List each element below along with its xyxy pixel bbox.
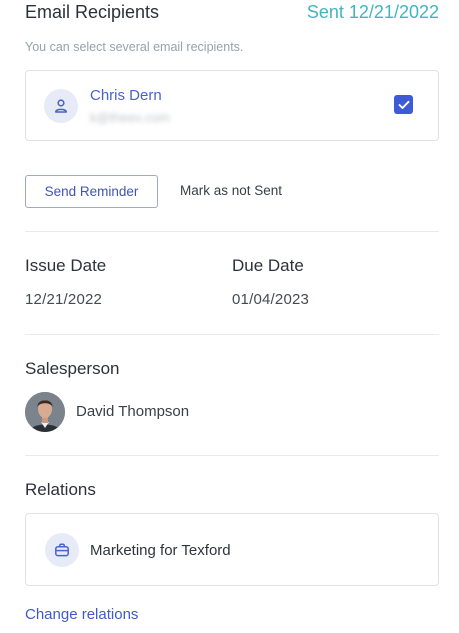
due-date-value: 01/04/2023 <box>232 291 310 308</box>
change-relations-link[interactable]: Change relations <box>25 606 138 623</box>
divider <box>25 231 439 232</box>
recipient-email: k@theex.com <box>90 110 170 125</box>
salesperson-name: David Thompson <box>76 403 190 420</box>
salesperson-label: Salesperson <box>25 359 120 378</box>
issue-date-label: Issue Date <box>25 256 107 275</box>
email-recipients-header: Email Recipients Sent 12/21/2022 <box>25 2 439 26</box>
send-reminder-button[interactable]: Send Reminder <box>25 175 158 208</box>
sent-status: Sent 12/21/2022 <box>306 2 439 22</box>
briefcase-icon <box>45 533 79 567</box>
recipients-hint: You can select several email recipients. <box>25 40 244 54</box>
due-date-label: Due Date <box>232 256 304 275</box>
recipient-checkbox[interactable] <box>394 95 413 114</box>
issue-date-value: 12/21/2022 <box>25 291 103 308</box>
recipient-name: Chris Dern <box>90 87 162 104</box>
email-recipients-title: Email Recipients <box>25 2 160 22</box>
check-icon <box>398 100 409 109</box>
relations-label: Relations <box>25 480 96 499</box>
divider <box>25 455 439 456</box>
recipient-card[interactable]: Chris Dern k@theex.com <box>25 70 439 141</box>
relation-name: Marketing for Texford <box>90 542 231 559</box>
mark-not-sent-button[interactable]: Mark as not Sent <box>180 183 282 198</box>
relation-item[interactable]: Marketing for Texford <box>25 513 439 586</box>
salesperson-avatar <box>25 392 65 432</box>
user-icon <box>44 89 78 123</box>
divider <box>25 334 439 335</box>
